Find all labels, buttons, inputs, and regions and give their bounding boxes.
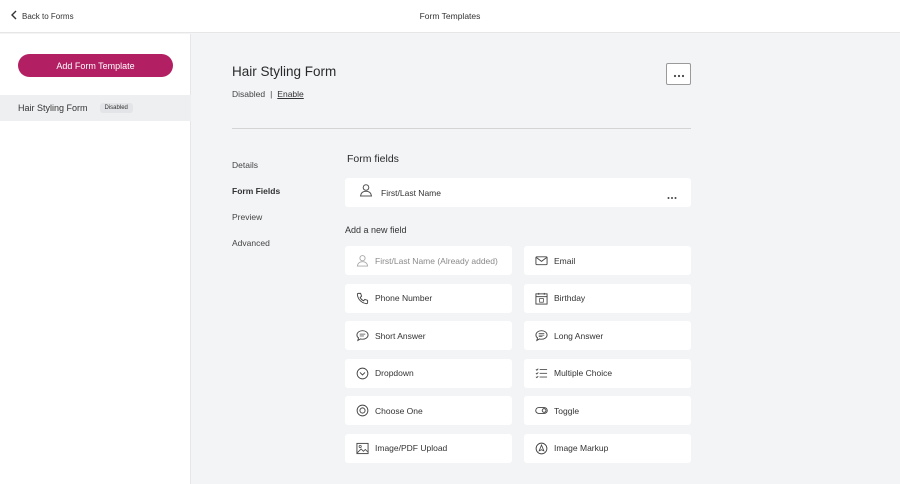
field-option-short-answer[interactable]: Short Answer — [345, 321, 512, 350]
field-option-label: Email — [554, 255, 576, 266]
more-horizontal-icon — [673, 65, 685, 83]
subnav-advanced[interactable]: Advanced — [232, 238, 280, 264]
field-option-phone-number[interactable]: Phone Number — [345, 283, 512, 313]
field-option-image-markup[interactable]: Image Markup — [524, 433, 691, 463]
field-option-image-pdf-upload[interactable]: Image/PDF Upload — [345, 433, 512, 463]
templates-sidebar: Add Form Template Hair Styling Form Disa… — [0, 34, 191, 484]
status-row: Disabled | Enable — [232, 89, 304, 99]
form-options-button[interactable] — [666, 63, 691, 85]
chevron-circle-icon — [355, 366, 369, 380]
field-option-label: First/Last Name (Already added) — [375, 255, 498, 266]
checklist-icon — [534, 366, 548, 380]
phone-icon — [355, 291, 369, 305]
field-option-choose-one[interactable]: Choose One — [345, 396, 512, 425]
field-option-label: Birthday — [554, 293, 586, 303]
enable-link[interactable]: Enable — [277, 89, 303, 99]
status-separator: | — [270, 89, 273, 99]
field-option-label: Phone Number — [375, 293, 433, 303]
divider — [232, 128, 691, 129]
field-options-icon[interactable] — [667, 187, 677, 205]
added-field-label: First/Last Name — [381, 187, 441, 198]
subnav-details[interactable]: Details — [232, 160, 280, 186]
image-icon — [355, 441, 369, 455]
add-form-template-button[interactable]: Add Form Template — [18, 54, 173, 77]
field-option-toggle[interactable]: Toggle — [524, 396, 691, 425]
field-option-email[interactable]: Email — [524, 246, 691, 275]
calendar-icon — [534, 291, 548, 305]
field-option-first-last-name: First/Last Name (Already added) — [345, 246, 512, 275]
top-bar: Back to Forms Form Templates — [0, 0, 900, 33]
form-title: Hair Styling Form — [232, 64, 337, 79]
field-option-label: Toggle — [554, 405, 580, 416]
form-fields-heading: Form fields — [347, 153, 399, 165]
field-option-label: Dropdown — [375, 368, 414, 378]
subnav-preview[interactable]: Preview — [232, 212, 280, 238]
speech-bubble-icon — [534, 329, 548, 343]
person-icon — [359, 183, 373, 202]
field-option-label: Multiple Choice — [554, 368, 613, 378]
field-option-label: Image/PDF Upload — [375, 443, 448, 453]
person-icon — [355, 254, 369, 268]
speech-bubble-icon — [355, 329, 369, 343]
field-option-label: Image Markup — [554, 443, 609, 453]
radio-icon — [355, 404, 369, 418]
form-subnav: Details Form Fields Preview Advanced — [232, 160, 280, 264]
field-option-dropdown[interactable]: Dropdown — [345, 358, 512, 388]
field-option-multiple-choice[interactable]: Multiple Choice — [524, 358, 691, 388]
template-item-hair-styling[interactable]: Hair Styling Form Disabled — [0, 95, 191, 121]
page-title: Form Templates — [419, 11, 481, 21]
added-field-first-last-name[interactable]: First/Last Name — [345, 178, 691, 207]
status-badge: Disabled — [99, 103, 133, 113]
field-option-label: Long Answer — [554, 330, 604, 341]
status-text: Disabled — [232, 89, 266, 99]
template-item-name: Hair Styling Form — [18, 103, 88, 113]
envelope-icon — [534, 254, 548, 268]
field-option-long-answer[interactable]: Long Answer — [524, 321, 691, 350]
field-option-label: Choose One — [375, 405, 423, 416]
field-options-grid: First/Last Name (Already added) Email Ph… — [345, 246, 691, 463]
field-option-birthday[interactable]: Birthday — [524, 283, 691, 313]
subnav-form-fields[interactable]: Form Fields — [232, 186, 280, 212]
toggle-icon — [534, 404, 548, 418]
markup-icon — [534, 441, 548, 455]
add-field-heading: Add a new field — [345, 225, 407, 235]
field-option-label: Short Answer — [375, 330, 426, 341]
